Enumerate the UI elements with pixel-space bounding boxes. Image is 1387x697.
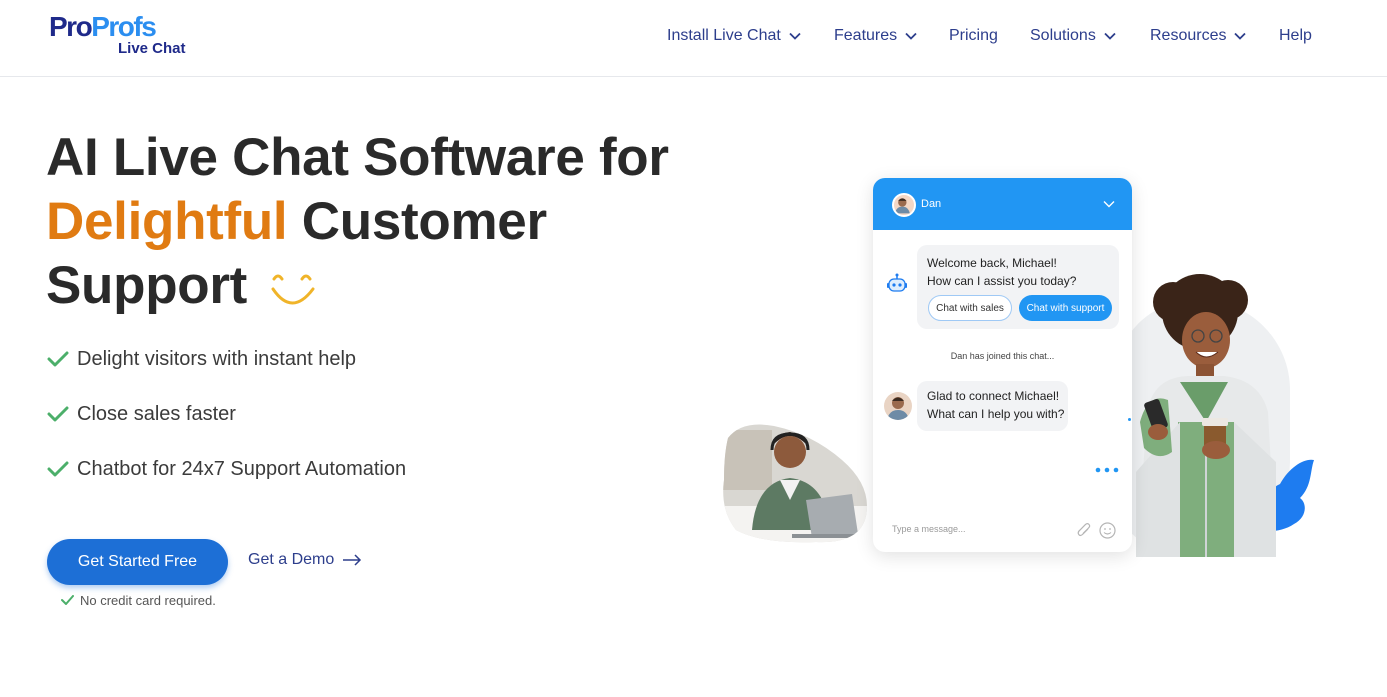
agent-message-line: What can I help you with? [927,407,1065,421]
agent-avatar [884,392,912,420]
nav-resources[interactable]: Resources [1150,25,1247,47]
bullet-text: Close sales faster [77,402,236,425]
bot-message-line: How can I assist you today? [927,274,1077,288]
feature-bullet: Delight visitors with instant help [47,346,356,372]
woman-with-phone-illustration [1136,274,1276,557]
bot-message-bubble: Welcome back, Michael! How can I assist … [917,245,1119,329]
logo-profs-text: Profs [91,11,157,42]
emoji-icon[interactable] [1099,522,1116,539]
proprofs-live-chat-logo[interactable]: ProProfs Live Chat [49,12,189,60]
note-text: No credit card required. [80,592,216,608]
nav-install-live-chat[interactable]: Install Live Chat [667,25,801,47]
chevron-down-icon [789,32,801,40]
arrow-right-icon [343,554,362,566]
support-agent-photo [723,424,868,543]
chevron-down-icon [905,32,917,40]
logo-subtitle: Live Chat [118,40,186,57]
nav-pricing[interactable]: Pricing [949,25,998,47]
chat-with-sales-button[interactable]: Chat with sales [928,295,1012,321]
headline-line-1: AI Live Chat Software for [46,128,669,187]
logo-pro-text: Pro [49,11,93,42]
agent-message-bubble: Glad to connect Michael! What can I help… [917,381,1068,431]
minimize-chevron-icon[interactable] [1103,200,1115,208]
nav-label: Features [834,27,898,44]
hero-headline: AI Live Chat Software for Delightful Cus… [46,126,686,318]
agent-message-line: Glad to connect Michael! [927,389,1060,403]
feature-bullet: Close sales faster [47,401,236,427]
headline-accent-word: Delightful [46,192,288,251]
check-icon [47,461,69,477]
chat-widget: Dan Welcome back, Michael! How can I ass… [873,178,1132,552]
get-started-free-button[interactable]: Get Started Free [47,539,228,585]
nav-label: Resources [1150,27,1227,44]
feature-bullet: Chatbot for 24x7 Support Automation [47,456,406,482]
nav-label: Pricing [949,27,998,44]
bullet-text: Delight visitors with instant help [77,347,357,370]
chatbot-robot-icon [887,273,907,292]
typing-indicator-icon [1095,467,1119,473]
nav-help[interactable]: Help [1279,25,1312,47]
agent-face-icon [887,397,909,420]
system-join-message: Dan has joined this chat... [950,351,1055,361]
nav-features[interactable]: Features [834,25,917,47]
chevron-down-icon [1104,32,1116,40]
nav-label: Help [1279,27,1312,44]
attachment-icon[interactable] [1077,522,1091,538]
agent-name: Dan [921,198,942,210]
demo-link-label: Get a Demo [248,551,335,568]
nav-label: Solutions [1030,27,1096,44]
check-icon [61,595,74,605]
logo-wordmark: ProProfs [49,11,157,42]
decorative-dot [1128,418,1131,421]
chevron-down-icon [1234,32,1247,40]
site-header: ProProfs Live Chat Install Live Chat Fea… [0,0,1387,77]
agent-face-icon [894,198,910,214]
agent-avatar [892,193,916,217]
get-a-demo-link[interactable]: Get a Demo [248,548,362,572]
check-icon [47,351,69,367]
nav-solutions[interactable]: Solutions [1030,25,1116,47]
chat-widget-header: Dan [873,178,1132,230]
no-credit-card-note: No credit card required. [61,591,216,609]
bot-message-line: Welcome back, Michael! [927,256,1057,270]
message-input[interactable]: Type a message... [892,524,966,534]
bullet-text: Chatbot for 24x7 Support Automation [77,457,407,480]
check-icon [47,406,69,422]
nav-label: Install Live Chat [667,27,781,44]
chat-with-support-button[interactable]: Chat with support [1019,295,1112,321]
smile-icon [271,274,315,305]
